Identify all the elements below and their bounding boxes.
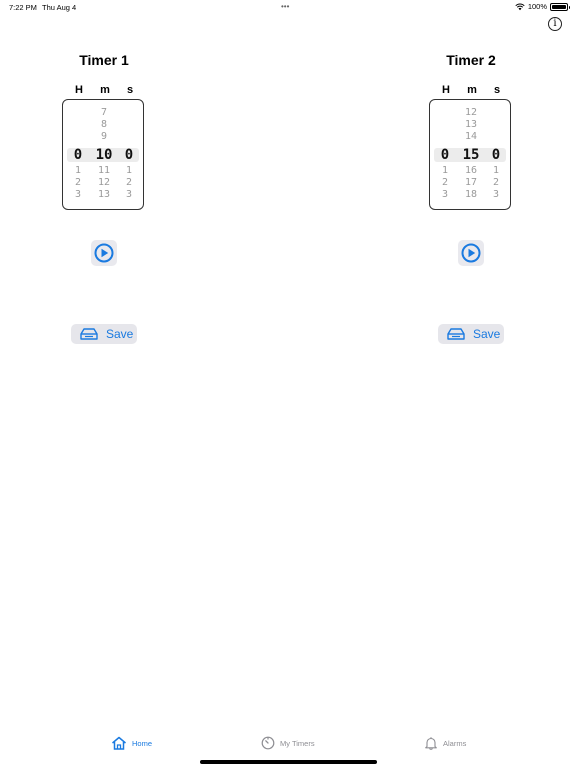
timer-title: Timer 1: [79, 52, 129, 68]
house-icon: [112, 736, 126, 750]
tray-icon: [447, 328, 465, 340]
timer-icon: [261, 736, 275, 750]
status-indicators: 100%: [515, 2, 570, 11]
tab-label: Alarms: [443, 738, 467, 748]
minutes-above-3: 14: [464, 131, 478, 142]
minutes-label: m: [467, 84, 477, 96]
battery-icon: [550, 2, 570, 11]
minutes-below-3: 13: [97, 189, 111, 200]
play-circle-icon: [461, 243, 481, 263]
seconds-below-2: 2: [125, 177, 133, 188]
hours-label: H: [442, 84, 450, 96]
hours-wheel[interactable]: 0 1 2 3: [436, 100, 454, 209]
seconds-below-2: 2: [492, 177, 500, 188]
hours-below-3: 3: [441, 189, 449, 200]
minutes-above-1: 7: [100, 107, 108, 118]
hours-value: 0: [440, 147, 450, 163]
seconds-below-1: 1: [492, 165, 500, 176]
hours-below-2: 2: [441, 177, 449, 188]
hours-below-3: 3: [74, 189, 82, 200]
play-button[interactable]: [458, 240, 484, 266]
seconds-label: s: [126, 84, 134, 96]
seconds-wheel[interactable]: 0 1 2 3: [120, 100, 138, 209]
home-indicator[interactable]: [200, 760, 377, 764]
hours-value: 0: [73, 147, 83, 163]
status-bar: 7:22 PM Thu Aug 4 ••• 100%: [0, 0, 576, 16]
play-circle-icon: [94, 243, 114, 263]
tab-alarms[interactable]: Alarms: [424, 736, 466, 750]
tab-my-timers[interactable]: My Timers: [261, 736, 315, 750]
minutes-above-3: 9: [100, 131, 108, 142]
save-button[interactable]: Save: [438, 324, 504, 344]
time-picker-1[interactable]: 0 1 2 3 7 8 9 10 11 12 13 0 1 2 3: [62, 99, 144, 210]
hours-wheel[interactable]: 0 1 2 3: [69, 100, 87, 209]
tray-icon: [80, 328, 98, 340]
seconds-value: 0: [491, 147, 501, 163]
save-label: Save: [473, 327, 501, 341]
tab-label: Home: [132, 738, 153, 748]
minutes-wheel[interactable]: 7 8 9 10 11 12 13: [95, 100, 113, 209]
seconds-below-1: 1: [125, 165, 133, 176]
minutes-below-2: 17: [464, 177, 478, 188]
status-date: Thu Aug 4: [42, 3, 77, 12]
tab-home[interactable]: Home: [111, 736, 152, 750]
hms-labels: H m s: [421, 84, 521, 98]
save-button[interactable]: Save: [71, 324, 137, 344]
hours-below-1: 1: [441, 165, 449, 176]
minutes-value: 15: [462, 147, 480, 163]
wifi-icon: [515, 3, 525, 10]
hours-below-1: 1: [74, 165, 82, 176]
time-picker-2[interactable]: 0 1 2 3 12 13 14 15 16 17 18 0 1 2 3: [429, 99, 511, 210]
save-label: Save: [106, 327, 134, 341]
multitasking-dots[interactable]: •••: [281, 2, 289, 11]
minutes-below-3: 18: [464, 189, 478, 200]
hours-below-2: 2: [74, 177, 82, 188]
timer-card-1: Timer 1 H m s: [54, 52, 154, 98]
minutes-wheel[interactable]: 12 13 14 15 16 17 18: [462, 100, 480, 209]
bell-icon: [425, 737, 437, 750]
info-button[interactable]: i: [548, 17, 562, 31]
minutes-value: 10: [95, 147, 113, 163]
minutes-below-1: 11: [97, 165, 111, 176]
minutes-above-2: 13: [464, 119, 478, 130]
minutes-above-1: 12: [464, 107, 478, 118]
play-button[interactable]: [91, 240, 117, 266]
seconds-wheel[interactable]: 0 1 2 3: [487, 100, 505, 209]
status-time: 7:22 PM: [9, 3, 37, 12]
minutes-above-2: 8: [100, 119, 108, 130]
minutes-below-1: 16: [464, 165, 478, 176]
battery-percent: 100%: [527, 2, 547, 11]
seconds-value: 0: [124, 147, 134, 163]
timer-card-2: Timer 2 H m s: [421, 52, 521, 98]
seconds-label: s: [493, 84, 501, 96]
seconds-below-3: 3: [125, 189, 133, 200]
seconds-below-3: 3: [492, 189, 500, 200]
hours-label: H: [75, 84, 83, 96]
minutes-label: m: [100, 84, 110, 96]
info-icon: i: [553, 18, 557, 29]
minutes-below-2: 12: [97, 177, 111, 188]
tab-label: My Timers: [280, 738, 315, 748]
hms-labels: H m s: [54, 84, 154, 98]
timer-title: Timer 2: [446, 52, 496, 68]
